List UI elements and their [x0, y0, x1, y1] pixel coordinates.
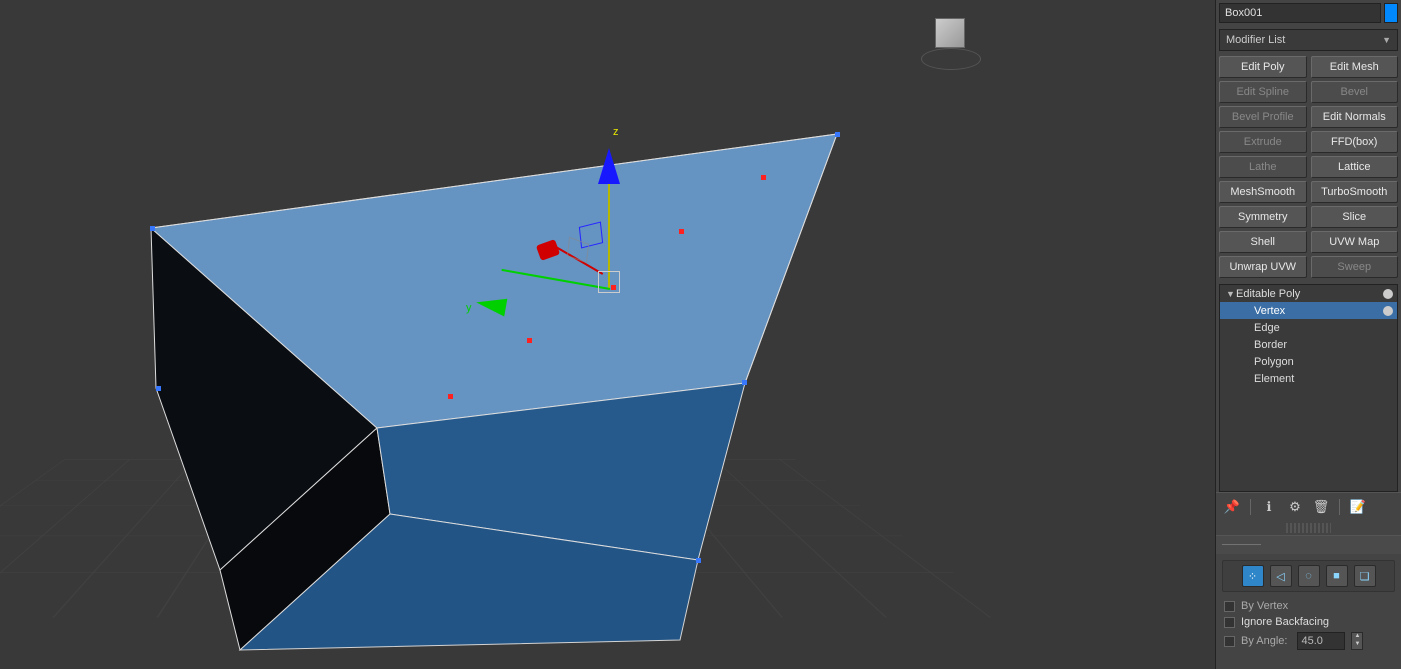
- stack-modifier-name: Editable Poly: [1236, 288, 1300, 300]
- stack-sub-vertex[interactable]: Vertex: [1220, 302, 1397, 319]
- modifier-slice-button[interactable]: Slice: [1311, 206, 1399, 228]
- modifier-stack[interactable]: ▼ Editable Poly VertexEdgeBorderPolygonE…: [1219, 284, 1398, 492]
- modifier-bevel-profile-button: Bevel Profile: [1219, 106, 1307, 128]
- modifier-uvw-map-button[interactable]: UVW Map: [1311, 231, 1399, 253]
- gizmo-z-label: z: [613, 126, 619, 138]
- by-vertex-checkbox-row[interactable]: By Vertex: [1222, 598, 1395, 614]
- vertex-marker[interactable]: [448, 394, 453, 399]
- checkbox-icon[interactable]: [1224, 636, 1235, 647]
- selection-rollout-header[interactable]: ─────: [1216, 535, 1401, 554]
- angle-spinner[interactable]: ▲▼: [1351, 632, 1363, 650]
- modifier-symmetry-button[interactable]: Symmetry: [1219, 206, 1307, 228]
- show-end-result-icon[interactable]: ℹ: [1261, 499, 1277, 515]
- object-name-field[interactable]: [1219, 3, 1381, 23]
- modifier-turbosmooth-button[interactable]: TurboSmooth: [1311, 181, 1399, 203]
- gizmo-z-axis[interactable]: [608, 168, 610, 288]
- gizmo-z-arrow[interactable]: [598, 148, 620, 184]
- vertex-mode-button[interactable]: ⁘: [1242, 565, 1264, 587]
- stack-sub-border[interactable]: Border: [1220, 336, 1397, 353]
- pin-stack-icon[interactable]: 📌: [1224, 499, 1240, 515]
- modifier-ffd-box--button[interactable]: FFD(box): [1311, 131, 1399, 153]
- object-color-swatch[interactable]: [1384, 3, 1398, 23]
- separator: [1250, 499, 1251, 515]
- modifier-edit-normals-button[interactable]: Edit Normals: [1311, 106, 1399, 128]
- checkbox-icon[interactable]: [1224, 601, 1235, 612]
- stack-toolbar: 📌 ℹ ⚙ 🗑 📝: [1216, 492, 1401, 521]
- modifier-shell-button[interactable]: Shell: [1219, 231, 1307, 253]
- polygon-mode-button[interactable]: ■: [1326, 565, 1348, 587]
- command-panel: Modifier List ▼ Edit PolyEdit MeshEdit S…: [1215, 0, 1401, 669]
- viewcube[interactable]: [919, 8, 983, 72]
- element-mode-button[interactable]: ❏: [1354, 565, 1376, 587]
- vertex-corner[interactable]: [150, 226, 155, 231]
- vertex-corner[interactable]: [835, 132, 840, 137]
- by-angle-row[interactable]: By Angle: ▲▼: [1222, 630, 1395, 652]
- edge-mode-button[interactable]: ◁: [1270, 565, 1292, 587]
- gizmo-screen-handle[interactable]: [598, 271, 620, 293]
- visibility-toggle-icon[interactable]: [1383, 306, 1393, 316]
- modifier-extrude-button: Extrude: [1219, 131, 1307, 153]
- modifier-unwrap-uvw-button[interactable]: Unwrap UVW: [1219, 256, 1307, 278]
- viewcube-cube[interactable]: [935, 18, 965, 48]
- modifier-edit-mesh-button[interactable]: Edit Mesh: [1311, 56, 1399, 78]
- by-vertex-label: By Vertex: [1241, 600, 1288, 612]
- modifier-lattice-button[interactable]: Lattice: [1311, 156, 1399, 178]
- make-unique-icon[interactable]: ⚙: [1287, 499, 1303, 515]
- stack-sub-polygon[interactable]: Polygon: [1220, 353, 1397, 370]
- modifier-bevel-button: Bevel: [1311, 81, 1399, 103]
- modifier-edit-spline-button: Edit Spline: [1219, 81, 1307, 103]
- mesh-object[interactable]: [140, 120, 840, 660]
- modifier-edit-poly-button[interactable]: Edit Poly: [1219, 56, 1307, 78]
- modifier-meshsmooth-button[interactable]: MeshSmooth: [1219, 181, 1307, 203]
- selection-rollout: ⁘ ◁ ◌ ■ ❏ By Vertex Ignore Backfacing By…: [1216, 554, 1401, 658]
- stack-sub-element[interactable]: Element: [1220, 370, 1397, 387]
- vertex-marker[interactable]: [527, 338, 532, 343]
- vertex-marker[interactable]: [761, 175, 766, 180]
- expand-toggle-icon[interactable]: ▼: [1226, 289, 1236, 299]
- subobject-selector: ⁘ ◁ ◌ ■ ❏: [1222, 560, 1395, 592]
- modifier-button-grid: Edit PolyEdit MeshEdit SplineBevelBevel …: [1216, 54, 1401, 280]
- vertex-corner[interactable]: [156, 386, 161, 391]
- modifier-list-dropdown[interactable]: Modifier List ▼: [1219, 29, 1398, 51]
- rollout-drag-handle[interactable]: [1286, 523, 1331, 533]
- remove-modifier-icon[interactable]: 🗑: [1313, 499, 1329, 515]
- modifier-sweep-button: Sweep: [1311, 256, 1399, 278]
- border-mode-button[interactable]: ◌: [1298, 565, 1320, 587]
- modifier-list-label: Modifier List: [1226, 34, 1285, 46]
- modifier-lathe-button: Lathe: [1219, 156, 1307, 178]
- chevron-down-icon: ▼: [1382, 35, 1391, 45]
- angle-value-field[interactable]: [1297, 632, 1345, 650]
- checkbox-icon[interactable]: [1224, 617, 1235, 628]
- ignore-backfacing-label: Ignore Backfacing: [1241, 616, 1329, 628]
- viewcube-compass[interactable]: [921, 48, 981, 70]
- stack-sub-edge[interactable]: Edge: [1220, 319, 1397, 336]
- vertex-corner[interactable]: [696, 558, 701, 563]
- ignore-backfacing-checkbox-row[interactable]: Ignore Backfacing: [1222, 614, 1395, 630]
- stack-modifier-row[interactable]: ▼ Editable Poly: [1220, 285, 1397, 302]
- visibility-toggle-icon[interactable]: [1383, 289, 1393, 299]
- viewport[interactable]: z y: [0, 0, 1215, 669]
- vertex-corner[interactable]: [742, 380, 747, 385]
- gizmo-y-label: y: [466, 302, 472, 314]
- vertex-marker[interactable]: [679, 229, 684, 234]
- configure-sets-icon[interactable]: 📝: [1350, 499, 1366, 515]
- separator: [1339, 499, 1340, 515]
- by-angle-label: By Angle:: [1241, 635, 1287, 647]
